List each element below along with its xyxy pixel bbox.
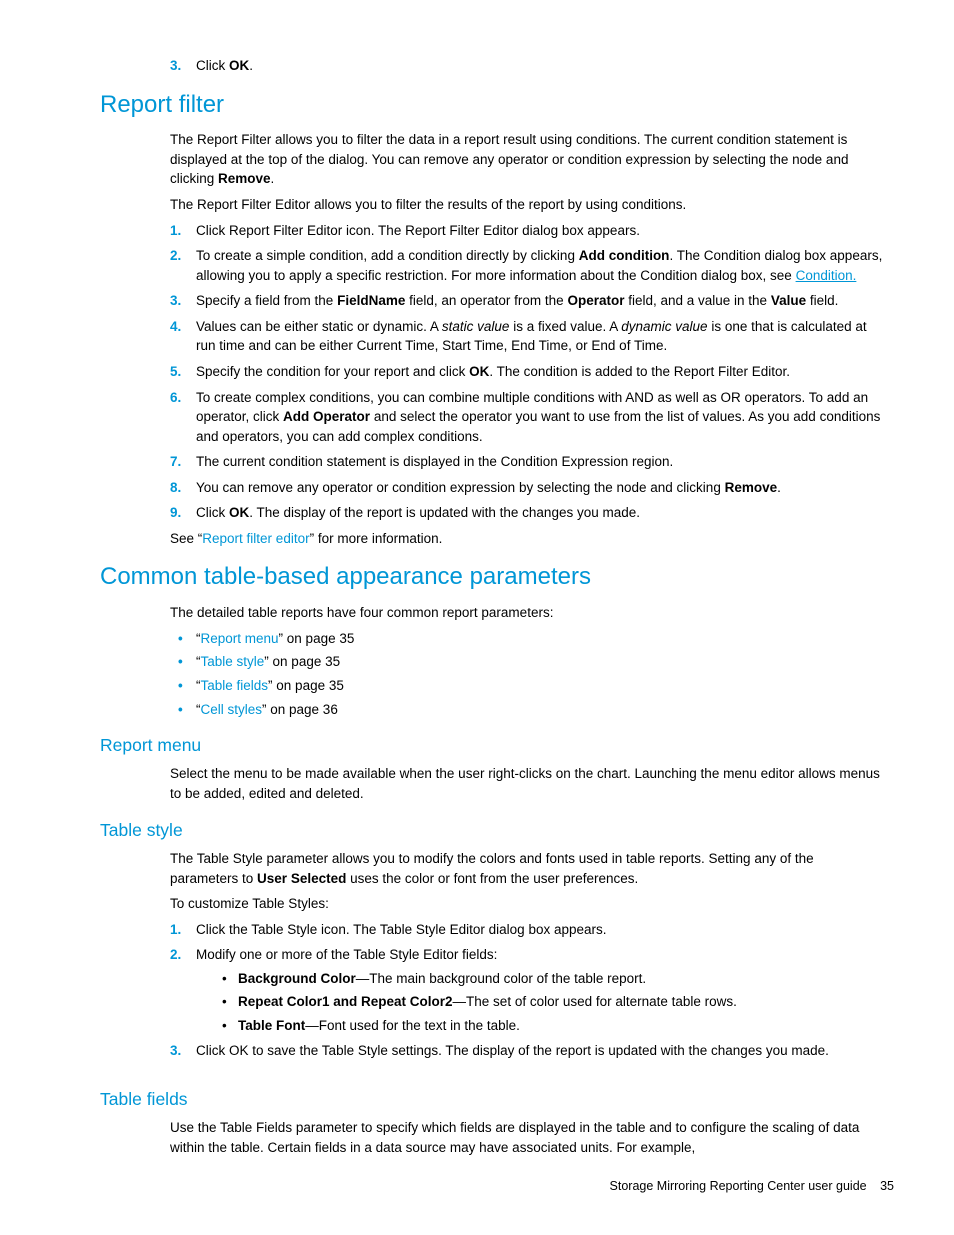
- link-report-menu[interactable]: Report menu: [201, 631, 279, 646]
- section-heading-common-params: Common table-based appearance parameters: [100, 560, 894, 595]
- list-item: “Cell styles” on page 36: [170, 700, 884, 720]
- paragraph: To customize Table Styles:: [170, 894, 884, 914]
- ui-ref: Add condition: [579, 248, 670, 263]
- step-item: Click OK. The display of the report is u…: [170, 503, 884, 523]
- step-item: Click the Table Style icon. The Table St…: [170, 920, 884, 940]
- text-run: ” for more information.: [310, 531, 443, 546]
- ui-ref: OK: [469, 364, 489, 379]
- step-item: Specify the condition for your report an…: [170, 362, 884, 382]
- step-item: To create a simple condition, add a cond…: [170, 246, 884, 285]
- ui-ref: Operator: [567, 293, 624, 308]
- ui-ref: Value: [771, 293, 806, 308]
- text-run: . The condition is added to the Report F…: [489, 364, 790, 379]
- list-item: “Report menu” on page 35: [170, 629, 884, 649]
- ui-ref: Background Color: [238, 971, 356, 986]
- text-run: ” on page 36: [262, 702, 338, 717]
- text-run: ” on page 35: [264, 654, 340, 669]
- text-run: field.: [806, 293, 838, 308]
- link-report-filter-editor[interactable]: Report filter editor: [202, 531, 309, 546]
- ui-ref: FieldName: [337, 293, 405, 308]
- list-item: Repeat Color1 and Repeat Color2—The set …: [216, 992, 884, 1012]
- link-table-fields[interactable]: Table fields: [201, 678, 269, 693]
- ui-ref: Remove: [218, 171, 271, 186]
- italic-run: static value: [442, 319, 510, 334]
- step-text: Click: [196, 58, 229, 73]
- link-condition[interactable]: Condition.: [796, 268, 857, 283]
- step-item: Specify a field from the FieldName field…: [170, 291, 884, 311]
- italic-run: dynamic value: [621, 319, 707, 334]
- text-run: ” on page 35: [268, 678, 344, 693]
- ui-ref: OK: [229, 58, 249, 73]
- paragraph: The detailed table reports have four com…: [170, 603, 884, 623]
- list-item: Table Font—Font used for the text in the…: [216, 1016, 884, 1036]
- text-run: Specify a field from the: [196, 293, 337, 308]
- ui-ref: User Selected: [257, 871, 346, 886]
- subsection-heading-table-style: Table style: [100, 818, 894, 843]
- text-run: —The set of color used for alternate tab…: [453, 994, 737, 1009]
- step-item: Click OK to save the Table Style setting…: [170, 1041, 884, 1061]
- step-item: Click OK.: [170, 56, 884, 76]
- ui-ref: Table Font: [238, 1018, 305, 1033]
- paragraph: The Table Style parameter allows you to …: [170, 849, 884, 888]
- page-number: 35: [880, 1179, 894, 1193]
- link-table-style[interactable]: Table style: [201, 654, 265, 669]
- list-item: Background Color—The main background col…: [216, 969, 884, 989]
- step-item: You can remove any operator or condition…: [170, 478, 884, 498]
- paragraph: Select the menu to be made available whe…: [170, 764, 884, 803]
- text-run: Click: [196, 505, 229, 520]
- step-item: Click Report Filter Editor icon. The Rep…: [170, 221, 884, 241]
- text-run: field, an operator from the: [405, 293, 567, 308]
- text-run: field, and a value in the: [624, 293, 770, 308]
- text-run: .: [777, 480, 781, 495]
- text-run: —The main background color of the table …: [356, 971, 646, 986]
- subsection-heading-report-menu: Report menu: [100, 733, 894, 758]
- ui-ref: Repeat Color1 and Repeat Color2: [238, 994, 453, 1009]
- text-run: You can remove any operator or condition…: [196, 480, 725, 495]
- text-run: Values can be either static or dynamic. …: [196, 319, 442, 334]
- step-text: .: [249, 58, 253, 73]
- section-heading-report-filter: Report filter: [100, 88, 894, 123]
- ui-ref: Remove: [725, 480, 778, 495]
- list-item: “Table fields” on page 35: [170, 676, 884, 696]
- paragraph: See “Report filter editor” for more info…: [170, 529, 884, 549]
- footer-title: Storage Mirroring Reporting Center user …: [610, 1179, 867, 1193]
- text-run: Specify the condition for your report an…: [196, 364, 469, 379]
- step-item: Values can be either static or dynamic. …: [170, 317, 884, 356]
- step-item: To create complex conditions, you can co…: [170, 388, 884, 447]
- text-run: See “: [170, 531, 202, 546]
- subsection-heading-table-fields: Table fields: [100, 1087, 894, 1112]
- text-run: is a fixed value. A: [509, 319, 621, 334]
- ui-ref: OK: [229, 505, 249, 520]
- text-run: .: [271, 171, 275, 186]
- text-run: ” on page 35: [279, 631, 355, 646]
- paragraph: The Report Filter Editor allows you to f…: [170, 195, 884, 215]
- ui-ref: Add Operator: [283, 409, 370, 424]
- link-cell-styles[interactable]: Cell styles: [201, 702, 263, 717]
- paragraph: The Report Filter allows you to filter t…: [170, 130, 884, 189]
- paragraph: Use the Table Fields parameter to specif…: [170, 1118, 884, 1157]
- page-footer: Storage Mirroring Reporting Center user …: [610, 1177, 894, 1195]
- text-run: uses the color or font from the user pre…: [346, 871, 638, 886]
- text-run: Modify one or more of the Table Style Ed…: [196, 947, 497, 962]
- text-run: —Font used for the text in the table.: [305, 1018, 520, 1033]
- step-item: Modify one or more of the Table Style Ed…: [170, 945, 884, 1035]
- text-run: To create a simple condition, add a cond…: [196, 248, 579, 263]
- text-run: . The display of the report is updated w…: [249, 505, 640, 520]
- step-item: The current condition statement is displ…: [170, 452, 884, 472]
- list-item: “Table style” on page 35: [170, 652, 884, 672]
